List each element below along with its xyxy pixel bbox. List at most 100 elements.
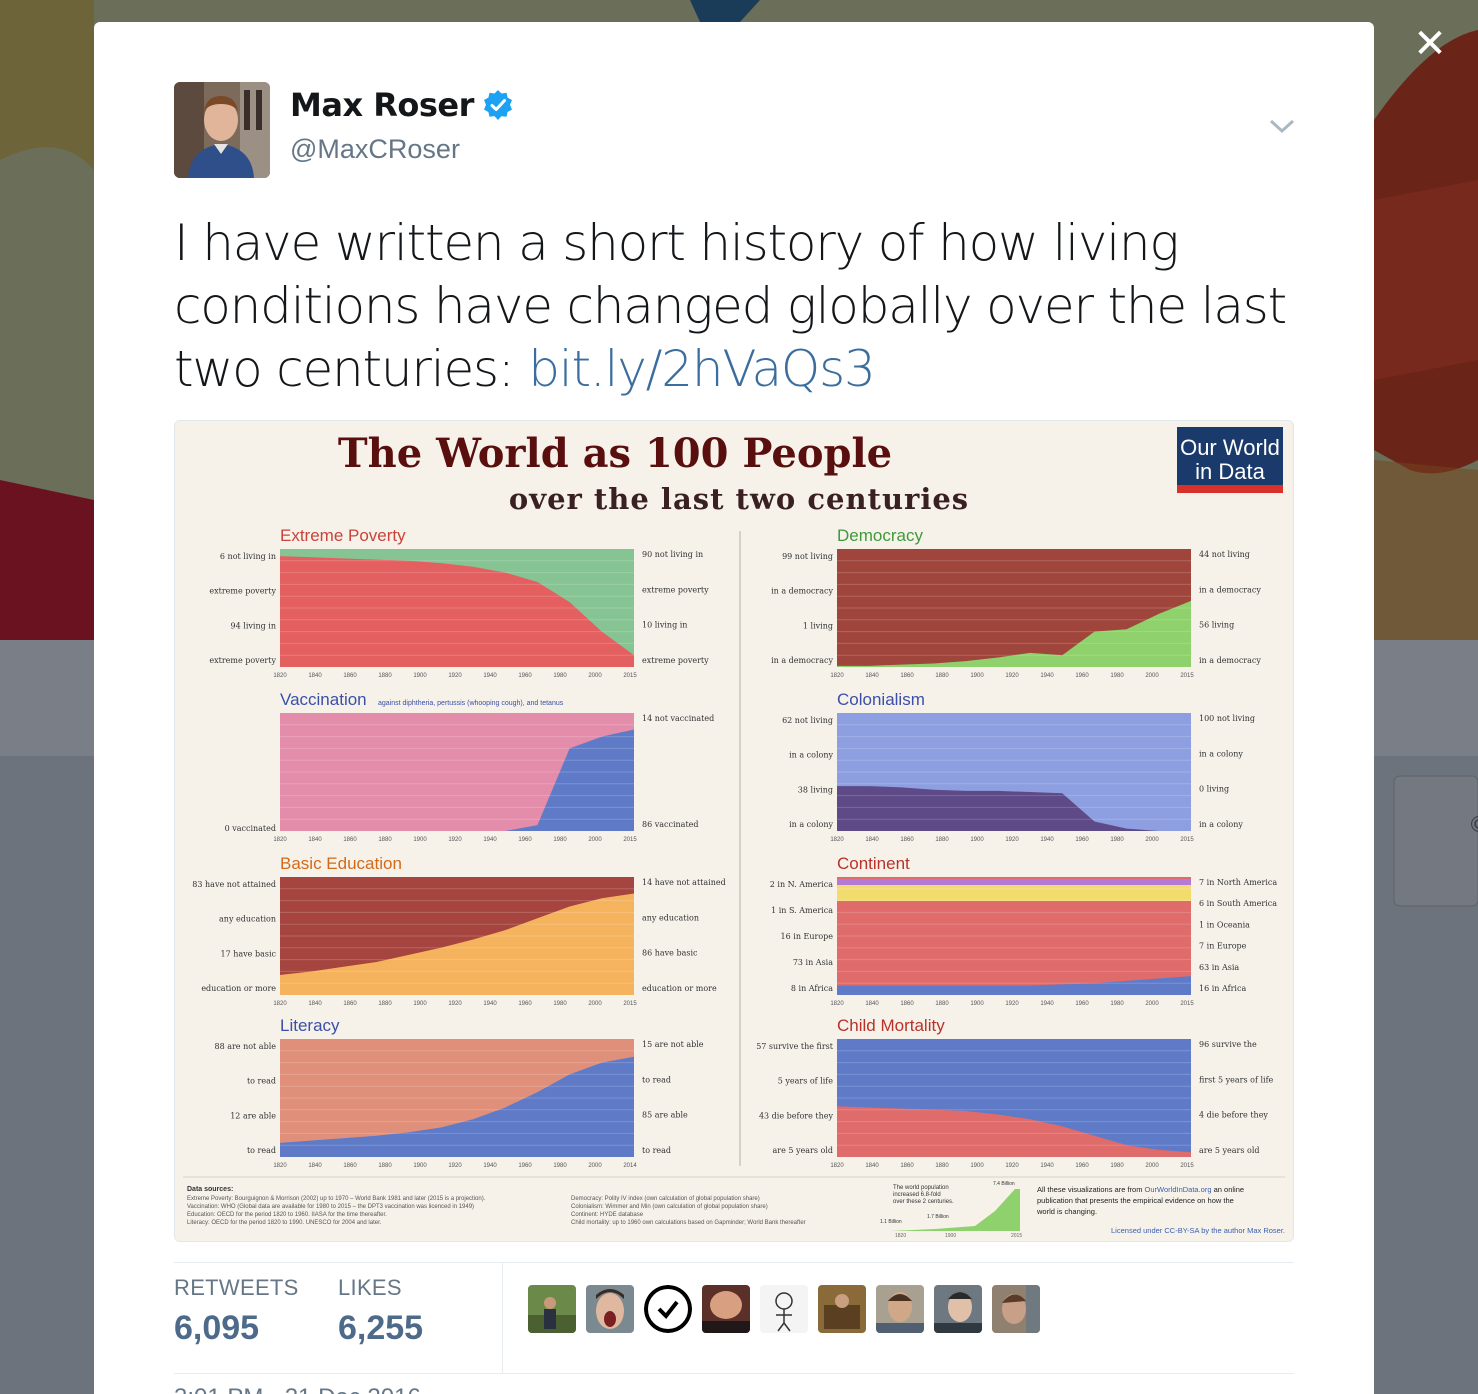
liker-avatar[interactable] (702, 1285, 750, 1333)
author-handle[interactable]: @MaxCRoser (290, 134, 460, 165)
source-line: Extreme Poverty: Bourguignon & Morrison … (187, 1196, 486, 1202)
chevron-down-icon[interactable] (1268, 116, 1296, 136)
panel-year-tick: 1840 (865, 1001, 879, 1007)
panel-year-tick: 1860 (343, 673, 357, 679)
panel-title: Literacy (280, 1016, 340, 1035)
infographic-title: The World as 100 People (338, 430, 892, 477)
panel-right-label: 100 not living (1199, 714, 1255, 723)
population-note: over these 2 centuries. (893, 1199, 954, 1205)
close-icon[interactable]: ✕ (1408, 22, 1452, 66)
infographic-subtitle: over the last two centuries (509, 482, 969, 516)
retweets-stat[interactable]: RETWEETS 6,095 (174, 1275, 299, 1348)
panel-right-label: 56 living (1199, 621, 1234, 630)
tweet-image[interactable]: The World as 100 People over the last two… (174, 420, 1294, 1242)
likes-stat[interactable]: LIKES 6,255 (338, 1275, 423, 1348)
panel-left-label: in a colony (789, 751, 833, 760)
svg-text:©: © (1468, 813, 1478, 838)
panel-right-label: 96 survive the (1199, 1040, 1257, 1049)
source-line: Continent: HYDE database (571, 1212, 644, 1218)
panel-left-label: 1 in S. America (771, 906, 833, 915)
panel-year-tick: 1900 (413, 837, 427, 843)
panel-year-tick: 2000 (588, 1001, 602, 1007)
panel-year-tick: 2000 (588, 1163, 602, 1169)
author-name[interactable]: Max Roser (290, 86, 474, 124)
liker-avatar[interactable] (760, 1285, 808, 1333)
panel-right-label: 16 in Africa (1199, 984, 1246, 993)
panel-right-label: are 5 years old (1199, 1146, 1260, 1155)
panel-right-label: 44 not living (1199, 550, 1250, 559)
panel-year-tick: 1860 (343, 837, 357, 843)
panel-left-label: education or more (201, 984, 276, 993)
population-year: 1900 (945, 1233, 956, 1239)
panel-year-tick: 2015 (1180, 837, 1194, 843)
panel-area-band (837, 879, 1191, 885)
panel-year-tick: 1900 (413, 1001, 427, 1007)
panel-right-label: extreme poverty (642, 585, 709, 594)
panel-right-label: 6 in South America (1199, 899, 1277, 908)
panel-left-label: 73 in Asia (793, 958, 833, 967)
panel-left-label: 6 not living in (220, 552, 276, 561)
infographic: The World as 100 People over the last two… (175, 421, 1293, 1241)
panel-right-label: 86 have basic (642, 949, 698, 958)
liker-avatar[interactable] (818, 1285, 866, 1333)
panel-year-tick: 1820 (273, 1163, 287, 1169)
panel-year-tick: 1860 (343, 1163, 357, 1169)
liker-avatar[interactable] (586, 1285, 634, 1333)
panel-left-label: 88 are not able (214, 1042, 276, 1051)
panel-left-label: in a colony (789, 820, 833, 829)
panel-right-label: 15 are not able (642, 1040, 704, 1049)
liker-avatar[interactable] (644, 1285, 692, 1333)
panel-year-tick: 1940 (1040, 1001, 1054, 1007)
verified-badge-icon (483, 90, 512, 120)
tweet-link[interactable]: bit.ly/2hVaQs3 (528, 340, 876, 398)
panel-year-tick: 1840 (308, 1163, 322, 1169)
panel-year-tick: 1880 (378, 1001, 392, 1007)
liker-avatar[interactable] (934, 1285, 982, 1333)
panel-left-label: 1 living (803, 621, 833, 630)
source-line: Child mortality: up to 1960 own calculat… (571, 1220, 806, 1226)
panel-right-label: 1 in Oceania (1199, 920, 1250, 929)
panel-right-label: 14 have not attained (642, 878, 726, 887)
panel-year-tick: 1840 (865, 673, 879, 679)
panel-year-tick: 1860 (900, 837, 914, 843)
blurb-line: world is changing. (1036, 1207, 1097, 1216)
panel-year-tick: 1940 (483, 673, 497, 679)
panel-year-tick: 1920 (1005, 1163, 1019, 1169)
panel-right-label: 10 living in (642, 621, 687, 630)
panel-year-tick: 2000 (1145, 837, 1159, 843)
panel-left-label: 5 years of life (778, 1077, 834, 1086)
population-note: The world population (893, 1185, 949, 1191)
retweets-label: RETWEETS (174, 1275, 299, 1300)
panel-right-label: in a colony (1199, 749, 1243, 758)
panel-area-band (837, 885, 1191, 901)
panel-right-label: first 5 years of life (1199, 1075, 1274, 1084)
panel-year-tick: 1920 (448, 837, 462, 843)
panel-right-label: 4 die before they (1199, 1111, 1268, 1120)
tweet-stats: RETWEETS 6,095 LIKES 6,255 (174, 1262, 1294, 1374)
population-year: 1820 (895, 1233, 906, 1239)
panel-right-label: 7 in North America (1199, 878, 1277, 887)
liker-avatar[interactable] (528, 1285, 576, 1333)
panel-left-label: 12 are able (230, 1111, 276, 1120)
panel-year-tick: 1980 (553, 1001, 567, 1007)
panel-year-tick: 1880 (378, 1163, 392, 1169)
panel-year-tick: 1820 (273, 673, 287, 679)
tweet-timestamp[interactable]: 3:01 PM - 21 Dec 2016 (174, 1384, 421, 1394)
avatar[interactable] (174, 82, 270, 178)
panel-year-tick: 1900 (970, 837, 984, 843)
liker-avatar[interactable] (876, 1285, 924, 1333)
panel-right-label: 90 not living in (642, 550, 703, 559)
panel-right-label: 86 vaccinated (642, 820, 699, 829)
panel-year-tick: 1840 (865, 1163, 879, 1169)
panel-year-tick: 2014 (623, 1163, 637, 1169)
panel-left-label: in a democracy (771, 656, 833, 665)
panel-left-label: 83 have not attained (192, 880, 276, 889)
population-year: 2015 (1011, 1233, 1022, 1239)
liker-avatar[interactable] (992, 1285, 1040, 1333)
panel-left-label: 2 in N. America (770, 880, 833, 889)
panel-right-label: 14 not vaccinated (642, 714, 714, 723)
panel-title: Colonialism (837, 690, 925, 709)
panel-year-tick: 1860 (343, 1001, 357, 1007)
panel-left-label: in a democracy (771, 587, 833, 596)
blurb-line: publication that presents the empirical … (1037, 1196, 1234, 1205)
